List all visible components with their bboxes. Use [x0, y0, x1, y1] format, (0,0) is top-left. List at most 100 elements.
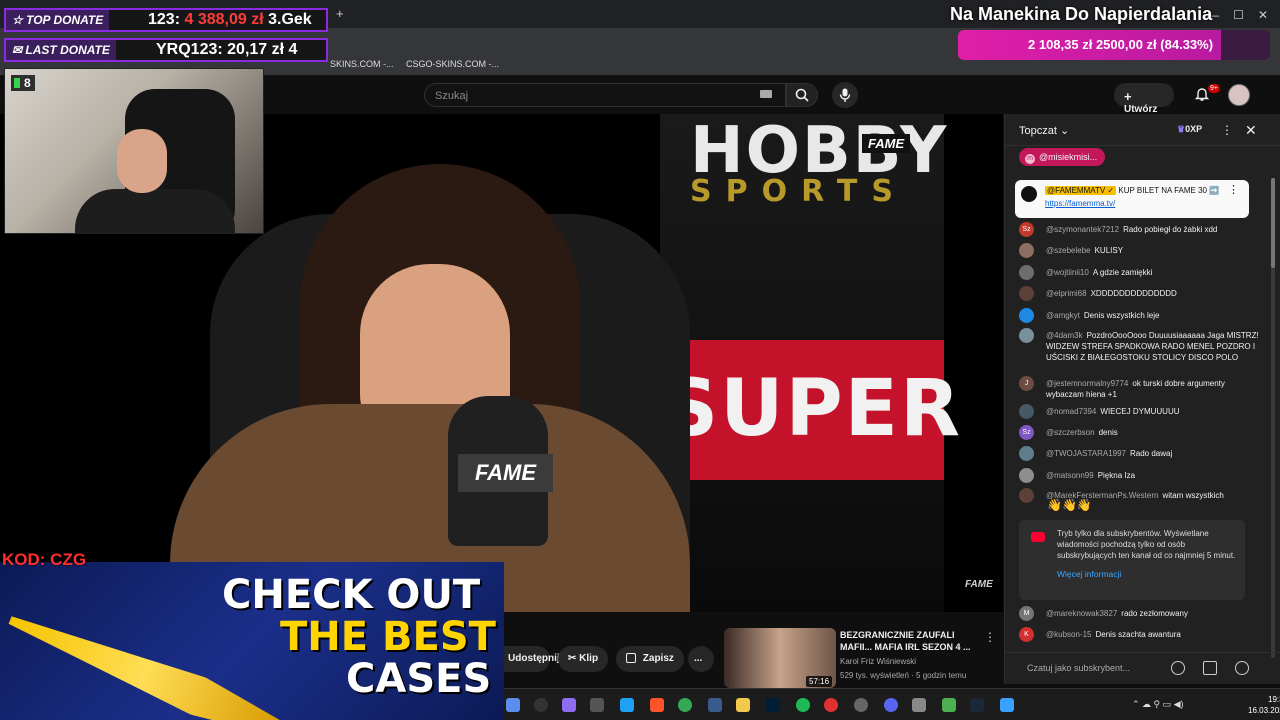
chat-author[interactable]: @szymonantek7212	[1046, 225, 1119, 234]
chat-avatar[interactable]	[1019, 404, 1034, 419]
taskbar-app-icon[interactable]	[620, 698, 634, 712]
chat-author[interactable]: @elprimi68	[1046, 289, 1087, 298]
chat-author[interactable]: @wojtiinii10	[1046, 268, 1089, 277]
heart-icon[interactable]	[1235, 661, 1249, 675]
envelope-icon: ✉	[12, 43, 23, 57]
pinned-author[interactable]: @FAMEMMATV ✓	[1045, 186, 1117, 195]
system-tray[interactable]: ⌃ ☁ ⚲ ▭ ◀)	[1132, 699, 1184, 710]
spotify-icon[interactable]	[796, 698, 810, 712]
chat-author[interactable]: @TWOJASTARA1997	[1046, 449, 1126, 458]
chat-scrollbar-thumb[interactable]	[1271, 178, 1275, 268]
account-avatar[interactable]	[1228, 84, 1250, 106]
related-video-channel[interactable]: Karol Friz Wiśniewski	[840, 657, 916, 666]
discord-icon[interactable]	[884, 698, 898, 712]
mention-chip[interactable]: m @misiekmisi...	[1019, 148, 1106, 166]
taskbar-app-icon[interactable]	[562, 698, 576, 712]
fame-logo-tag: FAME	[862, 134, 911, 153]
chat-avatar[interactable]	[1019, 265, 1034, 280]
keyboard-icon[interactable]	[760, 90, 772, 98]
chat-author[interactable]: @nomad7394	[1046, 407, 1096, 416]
taskbar-app-icon[interactable]	[942, 698, 956, 712]
chat-avatar[interactable]: J	[1019, 376, 1034, 391]
taskbar-app-icon[interactable]	[1000, 698, 1014, 712]
live-chat-panel: Topczat ⌄ ♛0XP ⋮ ✕ m @misiekmisi... @FAME…	[1004, 114, 1280, 684]
bookmark-item[interactable]: CSGO-SKINS.COM -...	[406, 59, 499, 69]
chat-avatar[interactable]: Sz	[1019, 425, 1034, 440]
pinned-message[interactable]: @FAMEMMATV ✓ KUP BILET NA FAME 30 ➡️ htt…	[1015, 180, 1249, 218]
folder-icon[interactable]	[736, 698, 750, 712]
chat-author[interactable]: @kubson-15	[1046, 630, 1091, 639]
pinned-link[interactable]: https://famemma.tv/	[1045, 199, 1115, 208]
taskbar-clock[interactable]: 19:32 16.03.2026	[1248, 694, 1280, 716]
emoji-icon[interactable]	[1171, 661, 1185, 675]
taskbar-app-icon[interactable]	[824, 698, 838, 712]
new-tab-button[interactable]: +	[336, 6, 344, 21]
webcam-streamer-body	[75, 189, 235, 233]
chat-text: XDDDDDDDDDDDDDD	[1090, 289, 1177, 298]
chat-avatar[interactable]	[1019, 328, 1034, 343]
search-input[interactable]: Szukaj	[424, 83, 786, 107]
photoshop-icon[interactable]	[766, 698, 780, 712]
chrome-icon[interactable]	[678, 698, 692, 712]
steam-icon[interactable]	[970, 698, 984, 712]
chat-avatar[interactable]: M	[1019, 606, 1034, 621]
share-button[interactable]: Udostępnij	[498, 646, 560, 672]
chat-message-body: @TWOJASTARA1997 Rado dawaj	[1046, 448, 1262, 459]
obs-icon[interactable]	[854, 698, 868, 712]
close-chat-icon[interactable]: ✕	[1245, 122, 1257, 139]
create-button[interactable]: + Utwórz	[1114, 83, 1174, 115]
pinned-menu-icon[interactable]: ⋮	[1228, 184, 1239, 197]
promo-code: KOD: CZG	[2, 550, 87, 569]
scissors-icon: ✂	[568, 653, 577, 664]
clip-button[interactable]: ✂ Klip	[558, 646, 609, 672]
viewer-count: 8	[24, 76, 31, 90]
share-label: Udostępnij	[508, 653, 560, 664]
chat-text: denis	[1098, 428, 1118, 437]
chat-avatar[interactable]	[1019, 468, 1034, 483]
search-button[interactable]	[786, 83, 818, 107]
chat-avatar[interactable]	[1019, 308, 1034, 323]
chat-avatar[interactable]	[1019, 446, 1034, 461]
taskbar-app-icon[interactable]	[590, 698, 604, 712]
maximize-icon[interactable]: ☐	[1233, 8, 1244, 22]
chat-avatar[interactable]	[1019, 488, 1034, 503]
emoji-row: 👋👋👋	[1047, 498, 1092, 512]
chat-author[interactable]: @amgkyt	[1046, 311, 1080, 320]
chat-mode-label: Topczat	[1019, 125, 1057, 137]
related-video-title[interactable]: BEZGRANICZNIE ZAUFALI MAFII... MAFIA IRL…	[840, 629, 976, 653]
chat-author[interactable]: @szczerbson	[1046, 428, 1095, 437]
chat-text: Rado dawaj	[1130, 449, 1173, 458]
chat-avatar[interactable]: Sz	[1019, 222, 1034, 237]
super-chat-icon[interactable]	[1203, 661, 1217, 675]
taskbar-app-icon[interactable]	[534, 698, 548, 712]
chat-avatar[interactable]	[1019, 286, 1034, 301]
chat-author[interactable]: @mareknowak3827	[1046, 609, 1117, 618]
brave-browser-icon[interactable]	[650, 698, 664, 712]
chat-author[interactable]: @szebelebe	[1046, 246, 1091, 255]
bookmark-item[interactable]: SKINS.COM -...	[330, 59, 394, 69]
more-info-link[interactable]: Więcej informacji	[1057, 569, 1237, 580]
save-button[interactable]: Zapisz	[616, 646, 684, 672]
top-donate-label-text: TOP DONATE	[26, 13, 104, 27]
chat-input[interactable]: Czatuj jako subskrybent...	[1027, 663, 1130, 673]
taskbar-app-icon[interactable]	[506, 698, 520, 712]
chat-mode-dropdown[interactable]: Topczat ⌄	[1019, 124, 1069, 137]
taskbar-app-icon[interactable]	[912, 698, 926, 712]
donation-goal-text: 2 108,35 zł 2500,00 zł (84.33%)	[1028, 37, 1213, 52]
more-actions-button[interactable]: ...	[688, 646, 714, 672]
taskbar-app-icon[interactable]	[708, 698, 722, 712]
chat-author[interactable]: @jestemnormalny9774	[1046, 379, 1128, 388]
chat-avatar[interactable]	[1019, 243, 1034, 258]
chat-message-body: @szebelebe KULISY	[1046, 245, 1262, 256]
chevron-down-icon: ⌄	[1059, 125, 1070, 137]
chat-avatar[interactable]: K	[1019, 627, 1034, 642]
chat-author[interactable]: @4dam3k	[1046, 331, 1083, 340]
voice-search-button[interactable]	[832, 82, 858, 108]
close-window-icon[interactable]: ✕	[1258, 8, 1268, 22]
xp-badge[interactable]: ♛0XP	[1177, 124, 1202, 135]
submode-text: Tryb tylko dla subskrybentów. Wyświetlan…	[1057, 529, 1236, 560]
related-more-icon[interactable]: ⋮	[984, 630, 996, 644]
chat-author[interactable]: @matsonn99	[1046, 471, 1094, 480]
chat-menu-icon[interactable]: ⋮	[1221, 123, 1233, 137]
screen-text: SUPER	[662, 364, 963, 454]
